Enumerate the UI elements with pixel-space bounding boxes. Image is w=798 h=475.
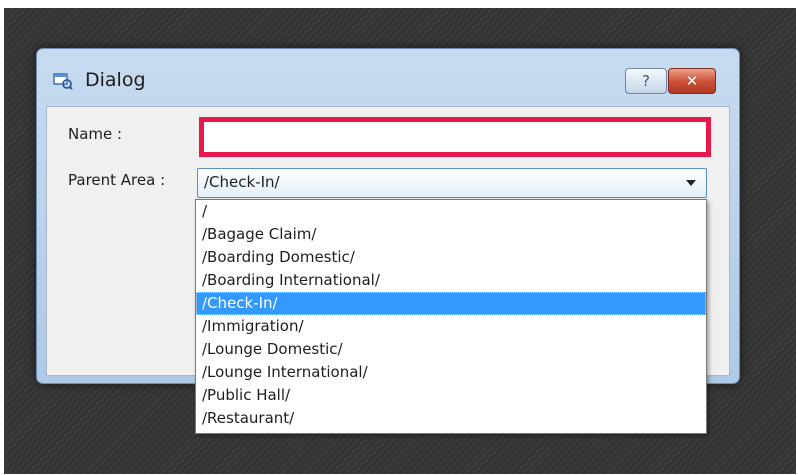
name-label: Name : <box>68 125 123 143</box>
dropdown-option[interactable]: /Public Hall/ <box>196 384 706 407</box>
help-icon: ? <box>642 72 650 90</box>
dropdown-option[interactable]: /Bagage Claim/ <box>196 223 706 246</box>
chevron-down-icon[interactable] <box>686 180 696 186</box>
title-bar[interactable]: Dialog ? ✕ <box>37 49 739 105</box>
dropdown-option[interactable]: /Immigration/ <box>196 315 706 338</box>
parent-area-label: Parent Area : <box>68 171 166 189</box>
parent-area-dropdown-list[interactable]: //Bagage Claim//Boarding Domestic//Board… <box>195 199 707 434</box>
parent-area-combobox[interactable]: /Check-In/ <box>197 168 707 198</box>
parent-area-value: /Check-In/ <box>204 173 280 191</box>
close-button[interactable]: ✕ <box>668 68 716 94</box>
dropdown-option[interactable]: /Boarding Domestic/ <box>196 246 706 269</box>
close-icon: ✕ <box>685 72 699 90</box>
name-field[interactable] <box>199 117 711 157</box>
dropdown-option[interactable]: /Check-In/ <box>196 292 706 315</box>
dialog-title: Dialog <box>85 69 146 91</box>
dropdown-option[interactable]: /Lounge Domestic/ <box>196 338 706 361</box>
dropdown-option[interactable]: /Lounge International/ <box>196 361 706 384</box>
dropdown-option[interactable]: /Boarding International/ <box>196 269 706 292</box>
dropdown-option[interactable]: / <box>196 200 706 223</box>
dialog-app-icon <box>53 73 73 90</box>
help-button[interactable]: ? <box>625 68 667 94</box>
dropdown-option[interactable]: /Restaurant/ <box>196 407 706 430</box>
